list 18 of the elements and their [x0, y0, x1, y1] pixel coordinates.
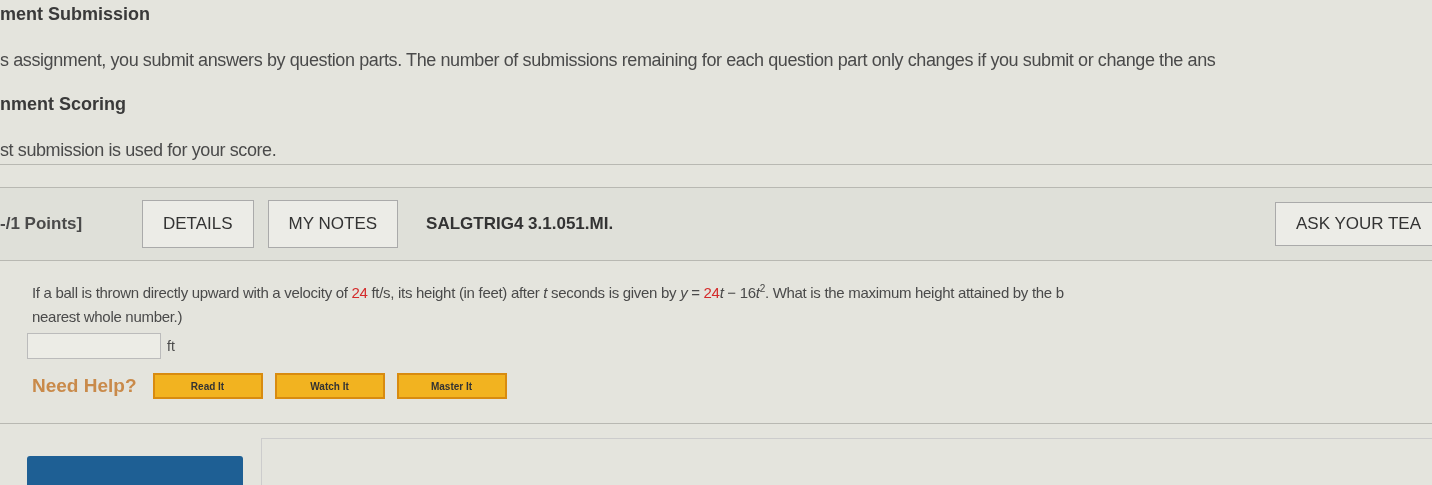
answer-field[interactable]	[27, 333, 161, 359]
help-button[interactable]: Watch It	[274, 373, 385, 399]
need-help-label: Need Help?	[32, 375, 137, 397]
question-code: SALGTRIG4 3.1.051.MI.	[426, 214, 614, 234]
help-button[interactable]: Read It	[152, 373, 263, 399]
section-heading: ment Submission	[0, 3, 152, 26]
section-text: st submission is used for your score.	[0, 140, 278, 162]
question-button[interactable]: DETAILS	[142, 200, 254, 248]
unit-label: ft	[167, 338, 175, 354]
section-text: s assignment, you submit answers by question parts. The number of submissions remaining for each question part only changes if you submit or change the ans	[0, 50, 1217, 72]
question-button[interactable]: MY NOTES	[267, 200, 399, 248]
question-text: If a ball is thrown directly upward with a velocity of 24 ft/s, its height (in feet) after t seconds is given by y = 24t − 16t$^{2}$. What is the maximum height attained by the b	[32, 282, 1065, 303]
ask-teacher-button[interactable]: ASK YOUR TEA	[1274, 202, 1432, 246]
section-heading: nment Scoring	[0, 93, 127, 116]
submit-button[interactable]	[27, 456, 243, 485]
help-button[interactable]: Master It	[396, 373, 507, 399]
points-label: -/1 Points]	[0, 214, 84, 234]
question-text: nearest whole number.)	[32, 307, 184, 327]
